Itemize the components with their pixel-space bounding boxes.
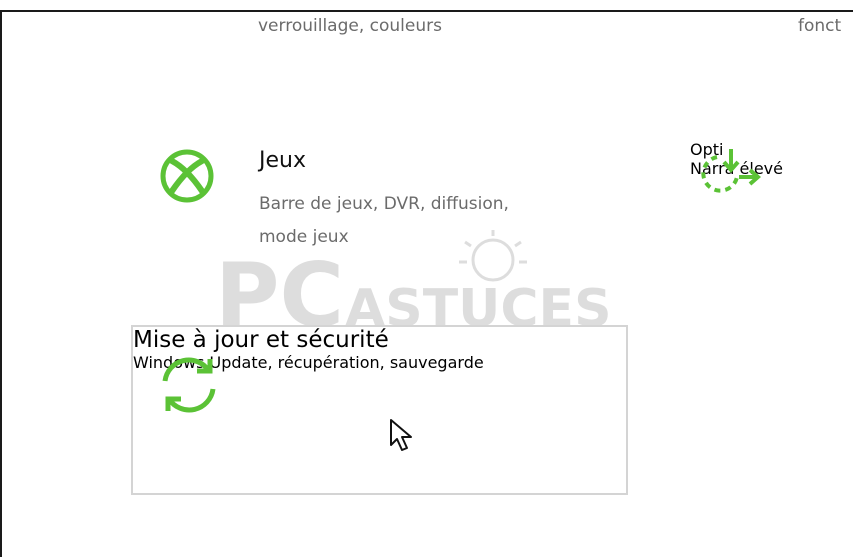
top-left-tile-fragment[interactable]: verrouillage, couleurs	[258, 12, 518, 40]
tile-jeux-title: Jeux	[259, 148, 306, 173]
ease-of-access-icon	[695, 145, 762, 207]
mouse-pointer-icon	[389, 418, 415, 458]
tile-jeux[interactable]: Jeux Barre de jeux, DVR, diffusion, mode…	[150, 140, 620, 270]
tile-options[interactable]: Opti Narra élevé	[690, 140, 853, 270]
tile-update-title: Mise à jour et sécurité	[133, 327, 389, 353]
xbox-icon	[158, 147, 216, 209]
top-right-tile-fragment[interactable]: fonct	[798, 12, 853, 40]
personalization-desc: verrouillage, couleurs	[258, 16, 442, 36]
apps-desc: fonct	[798, 16, 842, 36]
tile-jeux-desc: Barre de jeux, DVR, diffusion, mode jeux	[259, 194, 509, 247]
tile-update-security[interactable]: Mise à jour et sécurité Windows Update, …	[131, 325, 628, 495]
sync-icon	[157, 353, 221, 421]
